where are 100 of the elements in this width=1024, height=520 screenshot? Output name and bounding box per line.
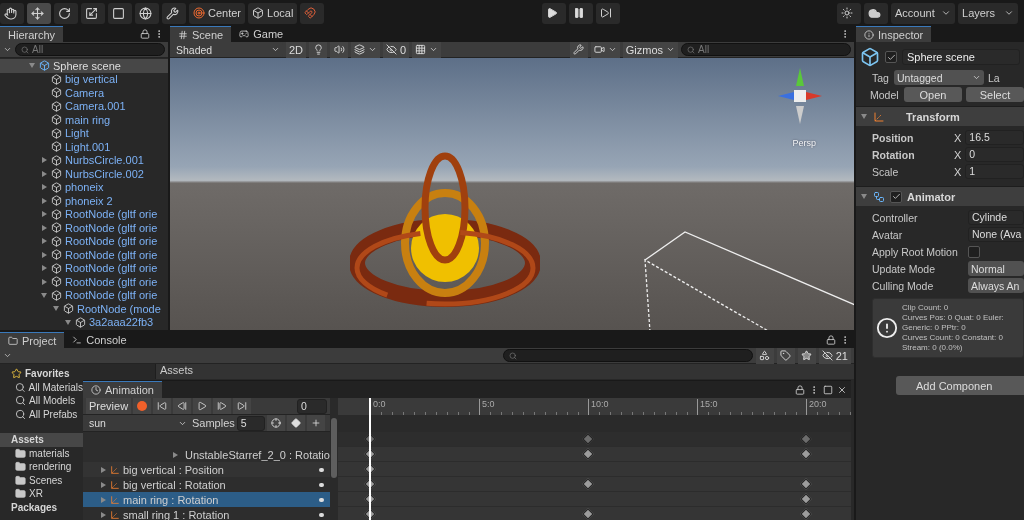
preview-button[interactable]: Preview (86, 398, 132, 414)
tag-dropdown[interactable]: Untagged (894, 70, 984, 85)
tree-item[interactable]: Favorites (0, 367, 83, 381)
rotate-tool-button[interactable] (54, 2, 78, 24)
tree-item[interactable]: Light (0, 126, 168, 140)
snap-button[interactable] (300, 2, 325, 24)
search-field[interactable]: All (15, 43, 165, 56)
light-button[interactable] (837, 2, 861, 24)
tree-item[interactable]: All Prefabs (0, 407, 83, 421)
number-field[interactable]: 1 (965, 164, 1024, 179)
project-search-field[interactable] (502, 349, 753, 362)
hand-tool-button[interactable] (0, 2, 24, 24)
tree-item[interactable]: All Materials (0, 380, 83, 394)
tree-item[interactable]: RootNode (gltf orie (0, 261, 168, 275)
object-field[interactable]: Cylinde (968, 210, 1024, 225)
tree-item[interactable]: RootNode (gltf orie (0, 221, 168, 235)
tree-item[interactable]: RootNode (gltf orie (0, 288, 168, 302)
collapsed-arrow-icon[interactable] (40, 210, 48, 219)
project-tab[interactable]: Project (0, 332, 65, 348)
tree-item[interactable]: XR (0, 487, 83, 501)
tree-item[interactable]: phoneix 2 (0, 194, 168, 208)
scene-search-field[interactable]: All (681, 43, 851, 56)
scale-tool-button[interactable] (81, 2, 105, 24)
scene-tab[interactable]: Scene (170, 26, 232, 42)
model-button[interactable]: Open (904, 87, 962, 102)
rect-tool-button[interactable] (108, 2, 132, 24)
tree-item[interactable]: materials (0, 446, 83, 460)
layers-dropdown[interactable]: Layers (958, 2, 1018, 24)
number-field[interactable]: 0 (965, 147, 1024, 162)
tree-item[interactable]: Camera (0, 86, 168, 100)
checkbox[interactable] (968, 245, 980, 258)
animation-track[interactable]: small ring 1 : Rotation (83, 507, 330, 520)
collapsed-arrow-icon[interactable] (40, 223, 48, 232)
record-button[interactable] (133, 398, 152, 414)
animation-track[interactable]: main ring : Rotation (83, 492, 330, 507)
pause-button[interactable] (568, 2, 593, 24)
tree-item[interactable]: RootNode (gltf orie (0, 248, 168, 262)
dropdown[interactable]: Always An (968, 278, 1024, 293)
tree-item[interactable]: RootNode (mode (0, 302, 168, 316)
component-header[interactable]: Animator (856, 186, 1024, 206)
tree-item[interactable]: Sphere scene (0, 59, 168, 73)
collapsed-arrow-icon[interactable] (171, 450, 179, 459)
frame-field[interactable]: 0 (297, 398, 327, 414)
collapsed-arrow-icon[interactable] (40, 250, 48, 259)
add-keyframe-button[interactable] (286, 415, 305, 431)
project-tab[interactable]: Console (64, 332, 135, 348)
step-button[interactable] (595, 2, 620, 24)
play-button[interactable] (541, 2, 566, 24)
pivot-button[interactable]: Center (189, 2, 246, 24)
tree-item[interactable]: main ring (0, 113, 168, 127)
animation-tab[interactable]: Animation (83, 381, 162, 398)
last-key-button[interactable] (233, 398, 252, 414)
move-tool-button[interactable] (27, 2, 51, 24)
tree-item[interactable]: NurbsCircle.002 (0, 167, 168, 181)
tree-item[interactable]: NurbsCircle.001 (0, 153, 168, 167)
tree-item[interactable]: RootNode (gltf orie (0, 275, 168, 289)
tree-item[interactable]: All Models (0, 394, 83, 408)
add-component-button[interactable]: Add Componen (896, 376, 1024, 395)
name-field[interactable]: Sphere scene (902, 49, 1020, 65)
tree-item[interactable]: big vertical (0, 72, 168, 86)
dropdown[interactable]: Normal (968, 261, 1024, 276)
number-field[interactable]: 16.5 (965, 130, 1024, 145)
tree-item[interactable]: Camera.001 (0, 99, 168, 113)
model-button[interactable]: Select (966, 87, 1024, 102)
component-header[interactable]: Transform (856, 106, 1024, 126)
tree-item[interactable]: Light.001 (0, 140, 168, 154)
tree-item[interactable]: RootNode (gltf orie (0, 207, 168, 221)
first-key-button[interactable] (153, 398, 172, 414)
animation-track[interactable]: UnstableStarref_2_0 : Rotatio (83, 447, 330, 462)
tree-item[interactable]: Packages (0, 500, 83, 514)
scene-tab[interactable]: Game (231, 26, 292, 42)
prev-key-button[interactable] (173, 398, 192, 414)
space-button[interactable]: Local (248, 2, 298, 24)
collapsed-arrow-icon[interactable] (40, 169, 48, 178)
key-button[interactable] (266, 415, 285, 431)
tree-item[interactable]: rendering (0, 460, 83, 474)
tree-item[interactable]: 3a2aaa22fb3 (0, 315, 168, 329)
cloud-button[interactable] (864, 2, 888, 24)
samples-field[interactable]: 5 (236, 415, 265, 431)
hierarchy-tab[interactable]: Hierarchy (0, 26, 64, 42)
account-dropdown[interactable]: Account (891, 2, 955, 24)
animation-track[interactable]: big vertical : Position (83, 462, 330, 477)
tree-item[interactable]: Assets (0, 433, 83, 447)
checkbox[interactable] (890, 190, 902, 203)
object-field[interactable]: None (Ava (968, 227, 1024, 242)
custom-tool-button[interactable] (162, 2, 186, 24)
collapsed-arrow-icon[interactable] (40, 277, 48, 286)
inspector-tab[interactable]: Inspector (856, 26, 932, 42)
collapsed-arrow-icon[interactable] (40, 156, 48, 165)
tree-item[interactable]: Scenes (0, 473, 83, 487)
checkbox[interactable] (885, 51, 897, 63)
collapsed-arrow-icon[interactable] (40, 183, 48, 192)
collapsed-arrow-icon[interactable] (40, 237, 48, 246)
next-key-button[interactable] (213, 398, 232, 414)
tree-item[interactable]: RootNode (gltf orie (0, 234, 168, 248)
transform-tool-button[interactable] (135, 2, 159, 24)
animation-track[interactable]: big vertical : Rotation (83, 477, 330, 492)
tree-item[interactable]: phoneix (0, 180, 168, 194)
collapsed-arrow-icon[interactable] (40, 196, 48, 205)
collapsed-arrow-icon[interactable] (40, 264, 48, 273)
